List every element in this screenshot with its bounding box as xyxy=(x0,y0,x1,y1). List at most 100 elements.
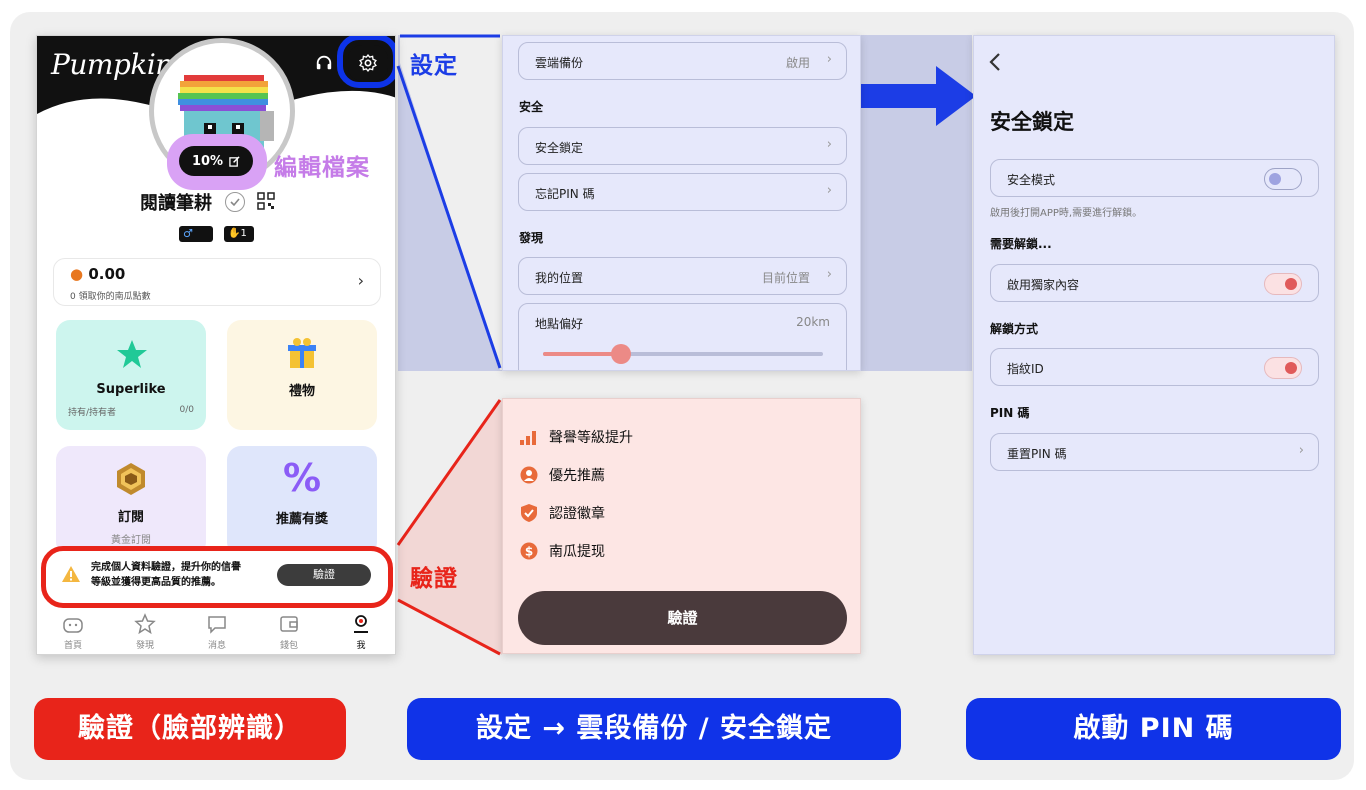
reset-pin-row[interactable]: 重置PIN 碼 › xyxy=(990,433,1319,471)
safe-mode-toggle[interactable] xyxy=(1264,168,1302,190)
toggle-knob xyxy=(1285,361,1297,374)
security-lock-row[interactable]: 安全鎖定 › xyxy=(518,127,847,165)
gift-icon xyxy=(288,338,316,368)
level-up-icon xyxy=(519,427,539,447)
edit-profile-annotation: 編輯檔案 xyxy=(274,155,370,181)
fingerprint-toggle[interactable] xyxy=(1264,357,1302,379)
page-title: 安全鎖定 xyxy=(990,110,1074,134)
toggle-knob xyxy=(1285,277,1297,290)
subscribe-tile[interactable]: 訂閱 黃金訂閱 xyxy=(56,446,206,556)
star-icon xyxy=(134,613,156,635)
settings-button[interactable] xyxy=(348,45,388,81)
forgot-pin-label: 忘記PIN 碼 xyxy=(535,187,595,201)
headset-icon[interactable] xyxy=(315,54,333,72)
tab-discover-label: 發現 xyxy=(135,641,154,651)
forgot-pin-row[interactable]: 忘記PIN 碼 › xyxy=(518,173,847,211)
distance-slider-fill xyxy=(543,352,622,356)
app-logo: Pumpkin xyxy=(51,48,173,81)
verify-banner-button[interactable]: 驗證 xyxy=(277,564,371,586)
superlike-count: 0/0 xyxy=(179,405,194,415)
dollar-icon: $ xyxy=(519,541,539,561)
completion-percent: 10% xyxy=(191,153,224,169)
referral-title: 推薦有獎 xyxy=(275,512,328,527)
chevron-right-icon: › xyxy=(826,137,832,152)
verify-benefits-screen: 聲譽等級提升 優先推薦 認證徽章 $ 南瓜提现 驗證 xyxy=(502,398,861,654)
tab-home[interactable]: 首頁 xyxy=(37,608,109,654)
points-value: ● 0.00 xyxy=(70,265,126,283)
tab-messages-label: 消息 xyxy=(207,641,226,651)
footer-verify-label: 驗證（臉部辨識） xyxy=(34,698,346,760)
warning-icon xyxy=(62,566,80,582)
settings-screen: 雲端備份 啟用 › 安全 安全鎖定 › 忘記PIN 碼 › 發現 我的位置 目前… xyxy=(502,35,861,371)
benefit-cashout: $ 南瓜提现 xyxy=(519,541,605,561)
pumpkin-icon: ● xyxy=(70,265,84,283)
exclusive-content-row: 啟用獨家內容 xyxy=(990,264,1319,302)
chevron-right-icon: › xyxy=(826,267,832,282)
person-icon xyxy=(519,465,539,485)
tab-me[interactable]: 我 xyxy=(325,608,395,654)
unlock-method-section-title: 解鎖方式 xyxy=(990,322,1039,336)
gold-badge-icon xyxy=(117,463,145,495)
my-location-row[interactable]: 我的位置 目前位置 › xyxy=(518,257,847,295)
fingerprint-row: 指紋ID xyxy=(990,348,1319,386)
settings-annotation: 設定 xyxy=(410,53,458,79)
verified-check-icon xyxy=(225,192,245,212)
need-unlock-section-title: 需要解鎖... xyxy=(990,237,1052,251)
verify-annotation: 驗證 xyxy=(410,566,458,592)
security-lock-label: 安全鎖定 xyxy=(535,141,584,155)
tab-home-label: 首頁 xyxy=(63,641,82,651)
security-section-title: 安全 xyxy=(519,100,544,114)
discover-section-title: 發現 xyxy=(519,231,544,245)
cloud-backup-row[interactable]: 雲端備份 啟用 › xyxy=(518,42,847,80)
security-lock-screen: 安全鎖定 安全模式 啟用後打開APP時,需要進行解鎖。 需要解鎖... 啟用獨家… xyxy=(973,35,1335,655)
tab-me-label: 我 xyxy=(356,641,366,651)
benefit-priority: 優先推薦 xyxy=(519,465,605,485)
safe-mode-row: 安全模式 xyxy=(990,159,1319,197)
location-preference-row: 地點偏好 20km xyxy=(518,303,847,370)
superlike-title: Superlike xyxy=(96,382,166,397)
tab-discover[interactable]: 發現 xyxy=(109,608,181,654)
username: 閱讀筆耕 xyxy=(140,193,212,214)
star-icon xyxy=(117,340,147,368)
verify-button[interactable]: 驗證 xyxy=(518,591,847,645)
edit-icon xyxy=(229,155,240,167)
referral-tile[interactable]: % 推薦有獎 xyxy=(227,446,377,556)
profile-icon xyxy=(354,615,368,633)
back-arrow-icon[interactable] xyxy=(988,52,1002,72)
level-badge: ✋1 xyxy=(224,226,254,242)
location-preference-label: 地點偏好 xyxy=(535,317,584,331)
gift-title: 禮物 xyxy=(288,384,315,399)
wallet-icon xyxy=(280,616,298,632)
footer-settings-label: 設定 → 雲段備份 / 安全鎖定 xyxy=(407,698,901,760)
superlike-tile[interactable]: Superlike 持有/持有者 0/0 xyxy=(56,320,206,430)
thumb-icon: ✋ xyxy=(228,228,241,239)
exclusive-content-label: 啟用獨家內容 xyxy=(1007,278,1080,292)
toggle-knob xyxy=(1269,172,1281,185)
points-card[interactable]: ● 0.00 0 領取你的南瓜點數 › xyxy=(53,258,381,306)
profile-completion-button[interactable]: 10% xyxy=(179,146,253,176)
safe-mode-label: 安全模式 xyxy=(1007,173,1056,187)
chat-icon xyxy=(208,616,226,634)
chevron-right-icon: › xyxy=(826,183,832,198)
tab-wallet[interactable]: 錢包 xyxy=(253,608,325,654)
chevron-right-icon: › xyxy=(357,271,364,290)
exclusive-content-toggle[interactable] xyxy=(1264,273,1302,295)
cloud-backup-value: 啟用 xyxy=(785,56,810,70)
subscribe-subtitle: 黃金訂閱 xyxy=(111,535,151,546)
fingerprint-label: 指紋ID xyxy=(1007,362,1044,376)
gift-tile[interactable]: 禮物 xyxy=(227,320,377,430)
badge-icon xyxy=(519,503,539,523)
distance-slider-handle[interactable] xyxy=(611,344,632,364)
pin-section-title: PIN 碼 xyxy=(990,406,1030,420)
subscribe-title: 訂閱 xyxy=(117,510,144,525)
my-location-value: 目前位置 xyxy=(761,271,810,285)
tab-messages[interactable]: 消息 xyxy=(181,608,253,654)
benefit-badge: 認證徽章 xyxy=(519,503,605,523)
footer-pin-label: 啟動 PIN 碼 xyxy=(966,698,1341,760)
bottom-tab-bar: 首頁 發現 消息 錢包 我 xyxy=(37,608,395,654)
safe-mode-hint: 啟用後打開APP時,需要進行解鎖。 xyxy=(990,208,1143,219)
reset-pin-label: 重置PIN 碼 xyxy=(1007,447,1067,461)
my-location-label: 我的位置 xyxy=(535,271,584,285)
percent-icon: % xyxy=(282,456,322,500)
qr-code-icon[interactable] xyxy=(257,192,275,210)
